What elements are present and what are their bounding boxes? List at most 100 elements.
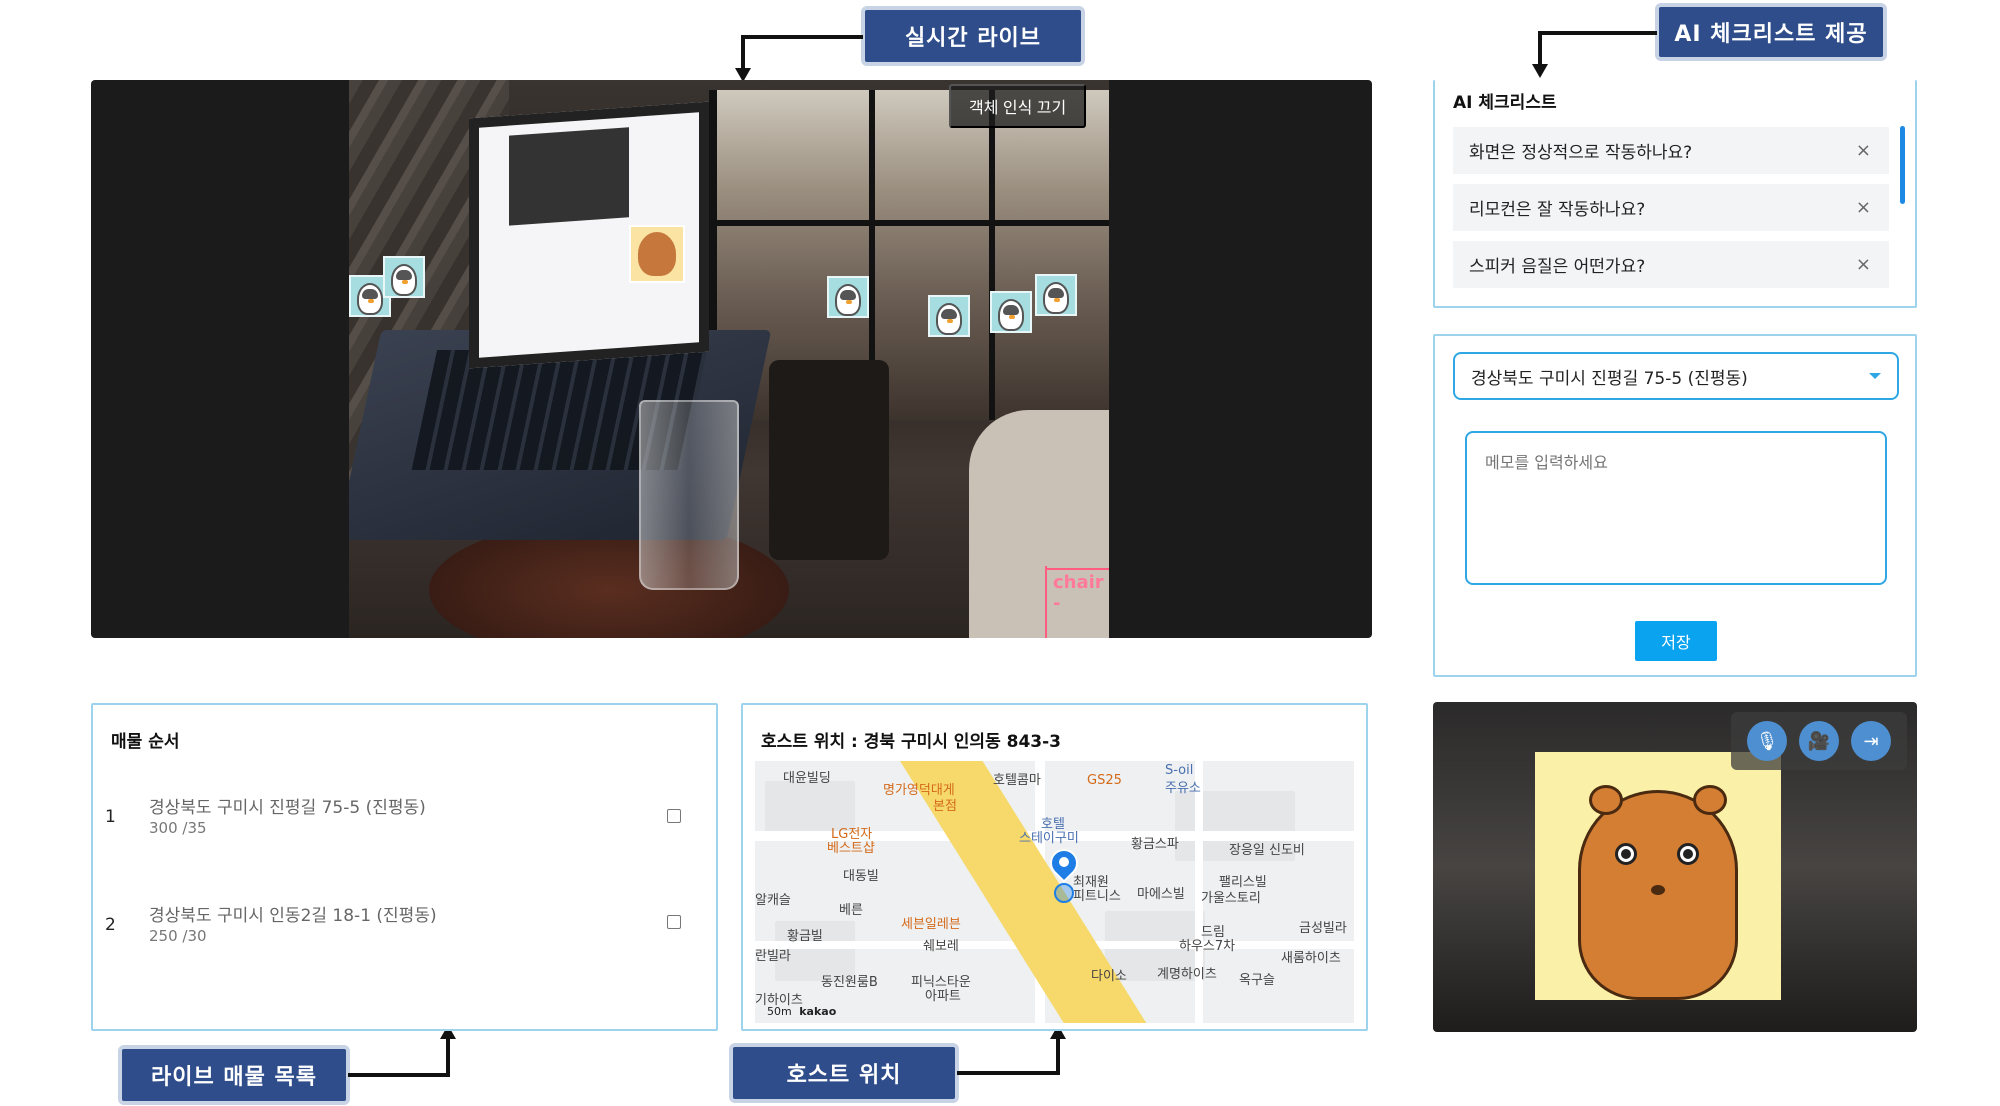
map-label: 옥구슬: [1239, 973, 1275, 988]
detection-label: chair -: [1047, 568, 1109, 616]
map-label: 가울스토리: [1201, 891, 1261, 906]
glass-cup: [639, 400, 739, 590]
chair: [769, 360, 889, 560]
chevron-down-icon: [1869, 373, 1881, 379]
map-label: 스테이구미: [1019, 831, 1079, 846]
map-label: 대동빌: [843, 869, 879, 884]
arrow-checklist-head: [1532, 64, 1548, 78]
hamster-icon: [1578, 785, 1738, 1000]
map-label: S-oil: [1165, 763, 1194, 778]
checklist-title: AI 체크리스트: [1453, 93, 1557, 113]
penguin-sticker: [928, 295, 970, 337]
map-label: GS25: [1087, 773, 1122, 788]
map-label: 세븐일레븐: [901, 917, 961, 932]
penguin-sticker: [827, 276, 869, 318]
penguin-icon: [391, 264, 417, 296]
memo-panel: 경상북도 구미시 진평길 75-5 (진평동) 저장: [1433, 334, 1917, 677]
map-label: 베른: [839, 903, 863, 918]
mic-icon[interactable]: 🎙: [1747, 721, 1787, 761]
map-label: 계명하이츠: [1157, 967, 1217, 982]
penguin-icon: [936, 303, 962, 335]
host-location-panel: 호스트 위치 : 경북 구미시 인의동 843-3 대윤빌딩 명가영덕대게 본점…: [741, 703, 1368, 1031]
close-icon[interactable]: ×: [1856, 197, 1871, 218]
object-detection-toggle[interactable]: 객체 인식 끄기: [949, 84, 1087, 128]
checklist-item[interactable]: 리모컨은 잘 작동하나요? ×: [1453, 184, 1889, 231]
arrow-host-h: [957, 1071, 1060, 1075]
memo-input[interactable]: [1465, 431, 1887, 585]
callout-checklist: AI 체크리스트 제공: [1655, 3, 1887, 61]
hamster-ear: [1589, 785, 1623, 815]
map-label: 장응일 신도비: [1229, 843, 1305, 858]
callout-host-location: 호스트 위치: [729, 1043, 959, 1103]
host-camera-view: 🎙 🎥 ⇥: [1433, 702, 1917, 1032]
callout-list: 라이브 매물 목록: [118, 1045, 350, 1105]
penguin-sticker: [1035, 274, 1077, 316]
map-label: 피트니스: [1073, 889, 1121, 904]
map-label: 주유소: [1165, 781, 1201, 796]
row-checkbox[interactable]: [667, 915, 681, 929]
window-frame: [989, 90, 995, 420]
close-icon[interactable]: ×: [1856, 254, 1871, 275]
property-order-panel: 매물 순서 1 경상북도 구미시 진평길 75-5 (진평동) 300 /35 …: [91, 703, 718, 1031]
row-address: 경상북도 구미시 인동2길 18-1 (진평동): [149, 906, 437, 926]
map-label: 란빌라: [755, 949, 791, 964]
map-scale: 50m kakao: [767, 1005, 837, 1018]
map-label: 알캐슬: [755, 893, 791, 908]
row-checkbox[interactable]: [667, 809, 681, 823]
checklist-scrollbar[interactable]: [1900, 126, 1905, 204]
map-label: 본점: [933, 799, 957, 814]
map-label: 쉐보레: [923, 939, 959, 954]
video-camera-icon[interactable]: 🎥: [1799, 721, 1839, 761]
map[interactable]: 대윤빌딩 명가영덕대게 본점 호텔콤마 GS25 S-oil 주유소 LG전자 …: [755, 761, 1354, 1023]
row-price: 300 /35: [149, 819, 207, 837]
map-label: 대윤빌딩: [783, 771, 831, 786]
arrow-list-v: [446, 1036, 450, 1077]
location-title: 호스트 위치 : 경북 구미시 인의동 843-3: [761, 732, 1061, 752]
callout-live: 실시간 라이브: [861, 6, 1085, 66]
order-title: 매물 순서: [111, 732, 180, 752]
checklist-item-text: 리모컨은 잘 작동하나요?: [1469, 200, 1646, 220]
map-label: 하우스7차: [1179, 939, 1236, 954]
penguin-sticker: [383, 256, 425, 298]
penguin-icon: [998, 299, 1024, 331]
penguin-sticker: [990, 291, 1032, 333]
row-number: 2: [105, 915, 116, 935]
hamster-icon: [638, 232, 676, 276]
checklist-item[interactable]: 스피커 음질은 어떤가요? ×: [1453, 241, 1889, 288]
row-price: 250 /30: [149, 927, 207, 945]
address-select[interactable]: 경상북도 구미시 진평길 75-5 (진평동): [1453, 352, 1899, 400]
save-button[interactable]: 저장: [1635, 621, 1717, 661]
screen-content: [509, 127, 629, 226]
row-number: 1: [105, 807, 116, 827]
map-label: 금성빌라: [1299, 921, 1347, 936]
ai-checklist-panel: AI 체크리스트 화면은 정상적으로 작동하나요? × 리모컨은 잘 작동하나요…: [1433, 80, 1917, 308]
hamster-mouth: [1651, 885, 1665, 895]
map-label: 동진원룸B: [821, 975, 878, 990]
penguin-icon: [835, 284, 861, 316]
arrow-checklist-v: [1538, 31, 1542, 67]
map-label: 황금빌: [787, 929, 823, 944]
map-label: 황금스파: [1131, 837, 1179, 852]
arrow-list-h: [348, 1073, 450, 1077]
address-select-value: 경상북도 구미시 진평길 75-5 (진평동): [1471, 368, 1748, 389]
map-label: 호텔콤마: [993, 773, 1041, 788]
checklist-item-text: 스피커 음질은 어떤가요?: [1469, 257, 1646, 277]
map-label: 베스트샵: [827, 841, 875, 856]
checklist-item-text: 화면은 정상적으로 작동하나요?: [1469, 143, 1693, 163]
hamster-sticker: [629, 225, 685, 283]
location-pin-icon[interactable]: [1044, 843, 1084, 903]
map-label: 아파트: [925, 989, 961, 1004]
map-label: 다이소: [1091, 969, 1127, 984]
checklist-item[interactable]: 화면은 정상적으로 작동하나요? ×: [1453, 127, 1889, 174]
penguin-icon: [1043, 282, 1069, 314]
close-icon[interactable]: ×: [1856, 140, 1871, 161]
live-video[interactable]: 객체 인식 끄기 chair -: [91, 80, 1372, 638]
exit-icon[interactable]: ⇥: [1851, 721, 1891, 761]
map-label: 마에스빌: [1137, 887, 1185, 902]
hamster-avatar: [1535, 752, 1781, 1000]
map-label: 새롬하이츠: [1281, 951, 1341, 966]
arrow-checklist-h: [1538, 31, 1657, 35]
hamster-eye: [1677, 843, 1699, 865]
arrow-live-h: [741, 35, 863, 39]
window-frame: [709, 220, 1109, 226]
